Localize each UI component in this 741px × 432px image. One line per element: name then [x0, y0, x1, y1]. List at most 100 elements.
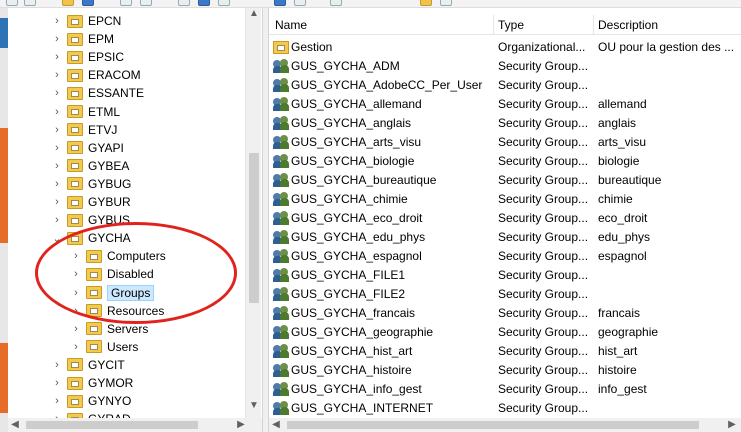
- chevron-right-icon[interactable]: ›: [51, 33, 63, 45]
- scroll-right-icon[interactable]: ▶: [234, 418, 248, 432]
- new-ou-icon[interactable]: [420, 0, 432, 6]
- folder-icon[interactable]: [62, 0, 74, 6]
- tree-item[interactable]: › Computers: [70, 247, 166, 265]
- tree-item[interactable]: › Disabled: [70, 265, 154, 283]
- scroll-right-icon[interactable]: ▶: [725, 418, 739, 432]
- user-icon[interactable]: [274, 0, 286, 6]
- chevron-right-icon[interactable]: ›: [70, 268, 82, 280]
- chevron-right-icon[interactable]: ›: [70, 287, 82, 299]
- tree-item[interactable]: › EPCN: [51, 12, 121, 30]
- tree-item[interactable]: › ETVJ: [51, 121, 117, 139]
- chevron-right-icon[interactable]: ›: [51, 15, 63, 27]
- export-icon[interactable]: [140, 0, 152, 6]
- details-list[interactable]: Name Type Description Gestion Organizatio…: [269, 8, 741, 418]
- tree-item[interactable]: › Resources: [70, 302, 164, 320]
- list-item[interactable]: GUS_GYCHA_bureautique Security Group... bu…: [269, 171, 741, 190]
- tree-item[interactable]: › GYBUG: [51, 175, 131, 193]
- tree-item[interactable]: › Groups: [70, 284, 155, 302]
- move-icon[interactable]: [440, 0, 452, 6]
- chevron-right-icon[interactable]: ›: [70, 305, 82, 317]
- tree-item[interactable]: › GYNYO: [51, 392, 131, 410]
- list-item[interactable]: GUS_GYCHA_anglais Security Group... anglai…: [269, 114, 741, 133]
- column-header-name[interactable]: Name: [275, 18, 307, 32]
- tree-horizontal-scrollbar[interactable]: ◀ ▶: [8, 418, 262, 432]
- chevron-right-icon[interactable]: ›: [51, 87, 63, 99]
- list-item[interactable]: GUS_GYCHA_francais Security Group... franc…: [269, 304, 741, 323]
- list-item[interactable]: GUS_GYCHA_arts_visu Security Group... arts…: [269, 133, 741, 152]
- column-header-type[interactable]: Type: [498, 18, 524, 32]
- list-item[interactable]: GUS_GYCHA_hist_art Security Group... hist_…: [269, 342, 741, 361]
- scroll-up-icon[interactable]: ▲: [246, 8, 262, 22]
- list-item[interactable]: GUS_GYCHA_allemand Security Group... allem…: [269, 95, 741, 114]
- scroll-left-icon[interactable]: ◀: [269, 418, 283, 432]
- tree-item[interactable]: › ETML: [51, 103, 120, 121]
- console-tree[interactable]: › EPCN › EPM › EPSIC › ERACOM › ESSANTE › ETML › ETVJ…: [8, 8, 262, 418]
- chevron-right-icon[interactable]: ›: [51, 377, 63, 389]
- list-item[interactable]: GUS_GYCHA_FILE2 Security Group...: [269, 285, 741, 304]
- find-icon[interactable]: [330, 0, 342, 6]
- back-icon[interactable]: [6, 0, 18, 6]
- chevron-right-icon[interactable]: ›: [51, 160, 63, 172]
- delete-icon[interactable]: [178, 0, 190, 6]
- list-item[interactable]: GUS_GYCHA_info_gest Security Group... info…: [269, 380, 741, 399]
- scroll-left-icon[interactable]: ◀: [8, 418, 22, 432]
- tree-item[interactable]: › GYAPI: [51, 139, 124, 157]
- tree-item[interactable]: › ESSANTE: [51, 84, 144, 102]
- scrollbar-thumb[interactable]: [249, 153, 259, 303]
- list-item[interactable]: GUS_GYCHA_FILE1 Security Group...: [269, 266, 741, 285]
- list-item[interactable]: GUS_GYCHA_eco_droit Security Group... eco_…: [269, 209, 741, 228]
- column-separator[interactable]: [493, 15, 494, 35]
- list-item-name: GUS_GYCHA_FILE2: [273, 287, 495, 301]
- chevron-right-icon[interactable]: ›: [70, 341, 82, 353]
- chevron-right-icon[interactable]: ›: [70, 250, 82, 262]
- list-item[interactable]: GUS_GYCHA_histoire Security Group... histo…: [269, 361, 741, 380]
- list-item[interactable]: GUS_GYCHA_geographie Security Group... geo…: [269, 323, 741, 342]
- list-item[interactable]: Gestion Organizational... OU pour la gesti…: [269, 38, 741, 57]
- chevron-right-icon[interactable]: ›: [51, 106, 63, 118]
- chevron-right-icon[interactable]: ›: [51, 51, 63, 63]
- tree-item[interactable]: › EPSIC: [51, 48, 124, 66]
- refresh-icon[interactable]: [120, 0, 132, 6]
- scrollbar-thumb[interactable]: [287, 421, 699, 429]
- chevron-right-icon[interactable]: ›: [70, 323, 82, 335]
- list-item[interactable]: GUS_GYCHA_biologie Security Group... biolo…: [269, 152, 741, 171]
- chevron-right-icon[interactable]: ›: [51, 142, 63, 154]
- chevron-right-icon[interactable]: ›: [51, 124, 63, 136]
- tree-item[interactable]: › Users: [70, 338, 138, 356]
- chevron-right-icon[interactable]: ›: [51, 69, 63, 81]
- chevron-right-icon[interactable]: ›: [51, 214, 63, 226]
- scrollbar-thumb[interactable]: [26, 421, 198, 429]
- tree-item[interactable]: › GYMOR: [51, 374, 133, 392]
- chevron-right-icon[interactable]: ›: [51, 359, 63, 371]
- tree-item[interactable]: › EPM: [51, 30, 114, 48]
- group-icon[interactable]: [294, 0, 306, 6]
- tree-item[interactable]: › GYBUS: [51, 211, 130, 229]
- list-item[interactable]: GUS_GYCHA_AdobeCC_Per_User Security Group…: [269, 76, 741, 95]
- column-header-description[interactable]: Description: [598, 18, 658, 32]
- help-icon[interactable]: [198, 0, 210, 6]
- tree-item[interactable]: › ERACOM: [51, 66, 141, 84]
- list-item[interactable]: GUS_GYCHA_edu_phys Security Group... edu_p…: [269, 228, 741, 247]
- chevron-right-icon[interactable]: ›: [51, 395, 63, 407]
- tree-item[interactable]: › GYBUR: [51, 193, 131, 211]
- chevron-right-icon[interactable]: ›: [51, 178, 63, 190]
- chevron-down-icon[interactable]: ⌄: [51, 232, 63, 245]
- properties-icon[interactable]: [82, 0, 94, 6]
- forward-icon[interactable]: [24, 0, 36, 6]
- tree-item[interactable]: ›GYRAD: [51, 410, 131, 418]
- scroll-down-icon[interactable]: ▼: [246, 400, 262, 414]
- list-item[interactable]: GUS_GYCHA_ADM Security Group...: [269, 57, 741, 76]
- tree-vertical-scrollbar[interactable]: ▲ ▼: [245, 8, 261, 418]
- pane-splitter[interactable]: [262, 8, 269, 432]
- tree-item[interactable]: › Servers: [70, 320, 148, 338]
- list-item[interactable]: GUS_GYCHA_espagnol Security Group... espag…: [269, 247, 741, 266]
- list-item[interactable]: GUS_GYCHA_chimie Security Group... chimie: [269, 190, 741, 209]
- tree-item[interactable]: › GYBEA: [51, 157, 129, 175]
- list-item[interactable]: GUS_GYCHA_INTERNET Security Group...: [269, 399, 741, 418]
- list-horizontal-scrollbar[interactable]: ◀ ▶: [269, 418, 741, 432]
- filter-icon[interactable]: [218, 0, 230, 6]
- column-separator[interactable]: [593, 15, 594, 35]
- tree-item[interactable]: › GYCIT: [51, 356, 125, 374]
- chevron-right-icon[interactable]: ›: [51, 196, 63, 208]
- tree-item[interactable]: ⌄ GYCHA: [51, 229, 130, 247]
